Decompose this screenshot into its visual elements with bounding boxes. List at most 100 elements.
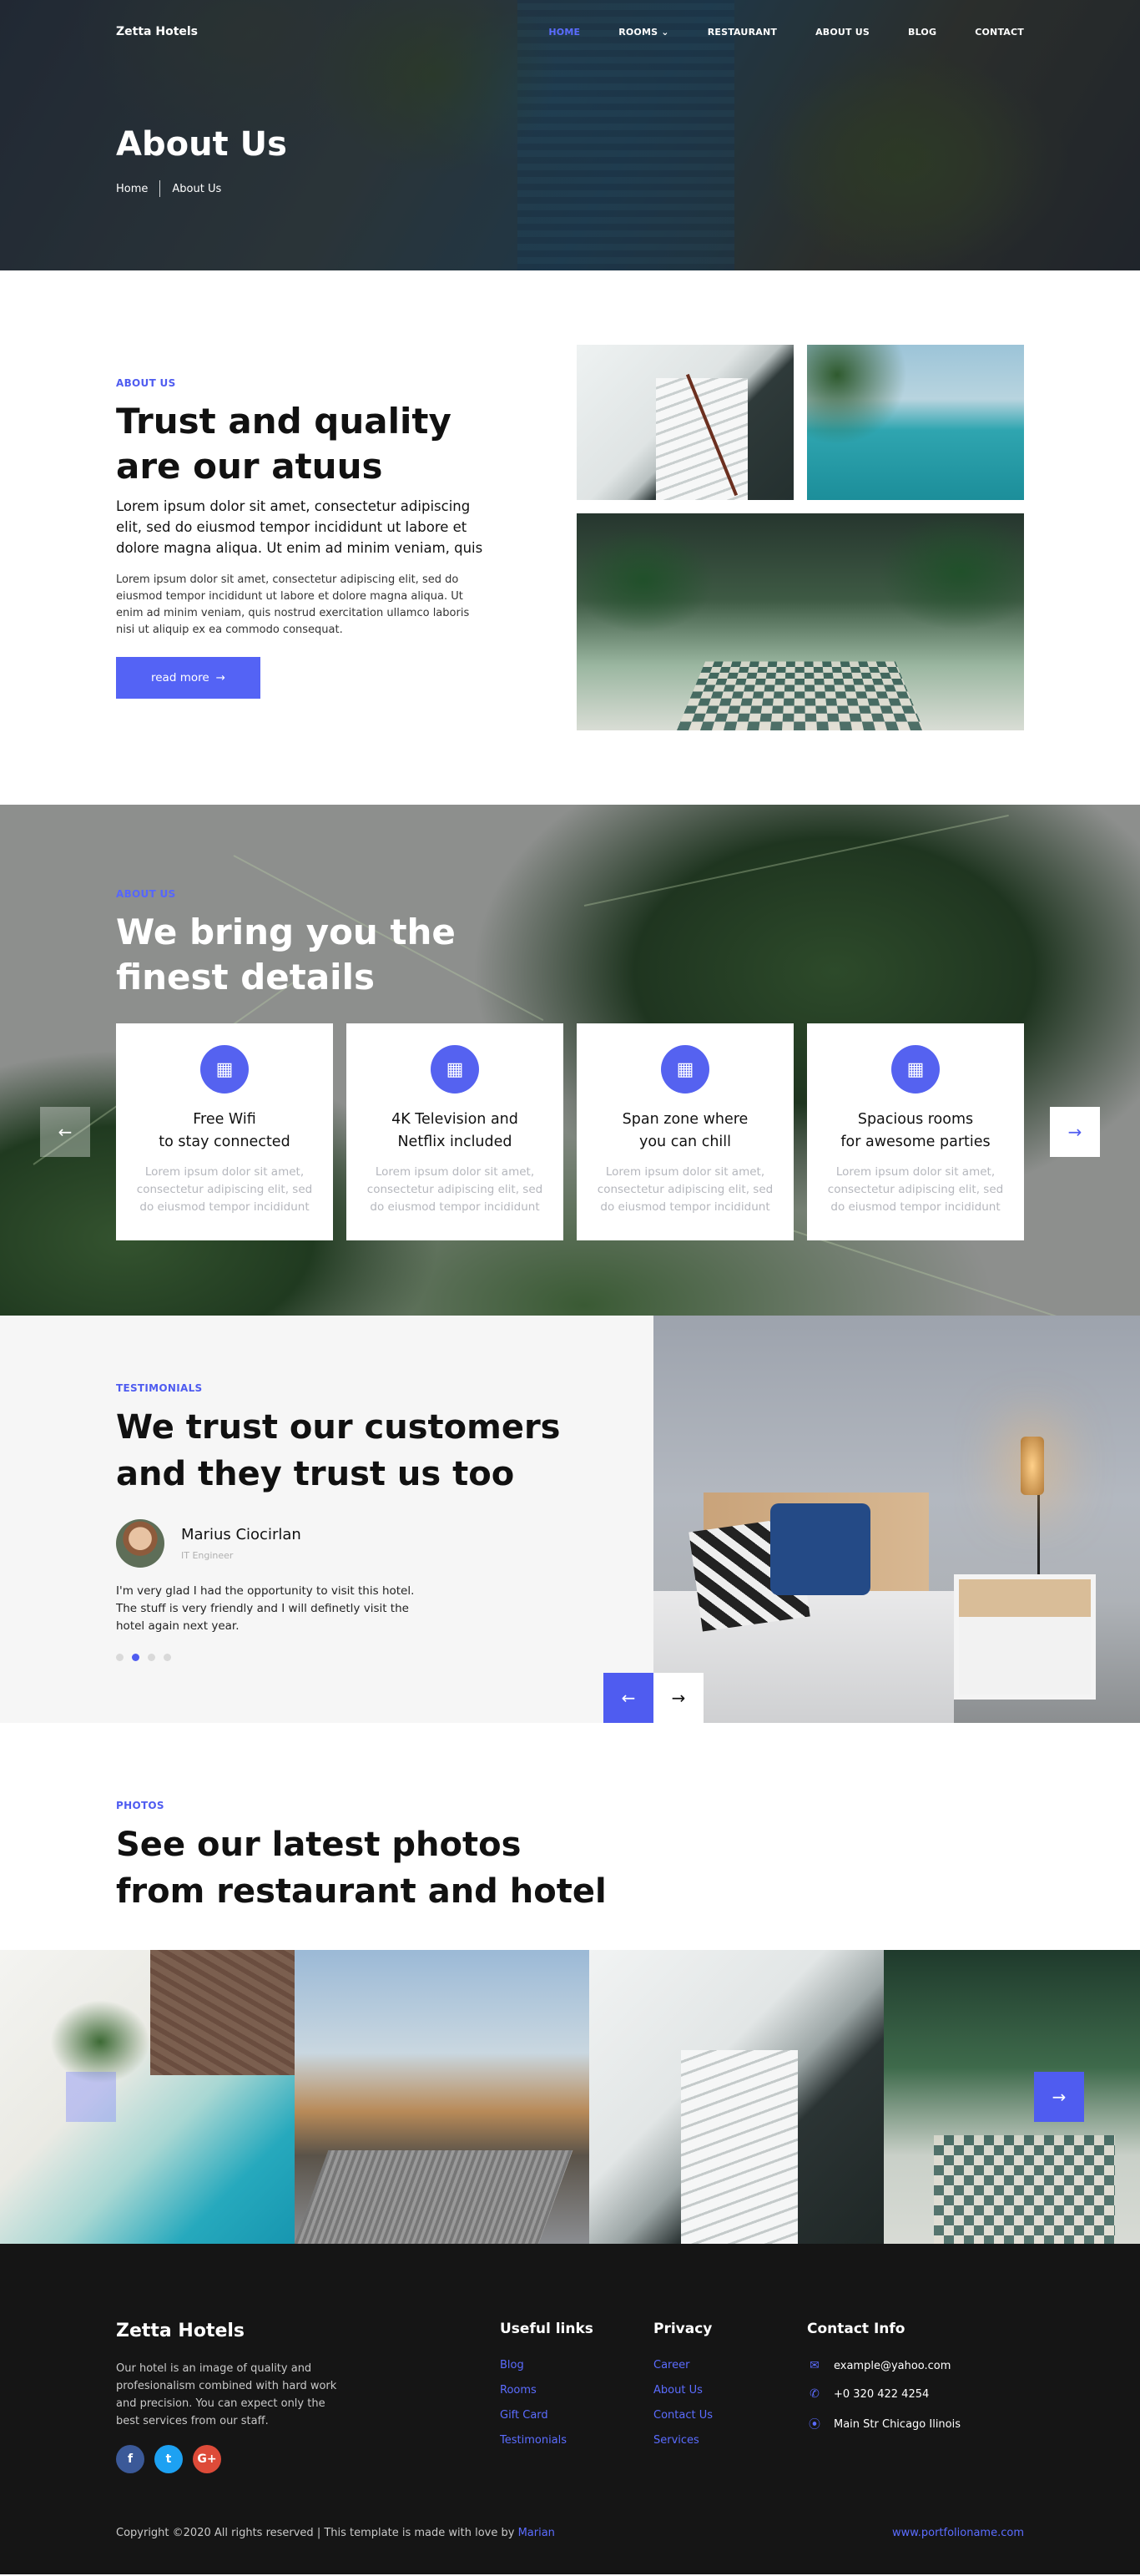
footer: Zetta Hotels Our hotel is an image of qu… [0,2244,1140,2574]
copyright: Copyright ©2020 All rights reserved | Th… [116,2527,555,2539]
bedroom-image [653,1316,1140,1723]
footer-link[interactable]: Blog [500,2359,593,2371]
about-section: ABOUT US Trust and quality are our atuus… [0,270,1140,805]
gallery-photo-terrace[interactable] [295,1950,589,2244]
footer-brand: Zetta Hotels [116,2321,245,2341]
about-title-line1: Trust and quality [116,401,451,442]
contact-phone[interactable]: ✆ +0 320 422 4254 [807,2387,961,2401]
photos-title: See our latest photos from restaurant an… [116,1821,607,1915]
testimonial-quote: I'm very glad I had the opportunity to v… [116,1584,415,1633]
contact-address: ⦿ Main Str Chicago Ilinois [807,2416,961,2432]
footer-link[interactable]: Services [653,2434,713,2447]
about-body: Lorem ipsum dolor sit amet, consectetur … [116,573,470,636]
google-plus-icon[interactable]: G+ [193,2445,221,2473]
privacy-title: Privacy [653,2321,713,2337]
chevron-down-icon: ⌄ [661,26,669,38]
reviewer-name: Marius Ciocirlan [181,1526,301,1543]
facebook-icon[interactable]: f [116,2445,144,2473]
footer-link[interactable]: About Us [653,2384,713,2397]
arrow-left-icon: ← [621,1688,636,1708]
feature-card[interactable]: ▦ Span zone where you can chill Lorem ips… [577,1023,794,1240]
nav-rooms[interactable]: ROOMS ⌄ [618,27,669,38]
author-link[interactable]: Marian [518,2527,555,2539]
twitter-icon[interactable]: t [154,2445,183,2473]
carousel-dot[interactable] [164,1654,171,1661]
feature-desc: Lorem ipsum dolor sit amet, consectetur … [597,1165,774,1214]
contact-info: Contact Info ✉ example@yahoo.com ✆ +0 320 … [807,2321,961,2447]
useful-links-title: Useful links [500,2321,593,2337]
feature-title: 4K Television and Netflix included [391,1111,518,1150]
building-icon: ▦ [431,1045,479,1094]
about-title-line2: are our atuus [116,446,383,487]
location-pin-icon: ⦿ [809,2418,820,2432]
footer-link[interactable]: Gift Card [500,2409,593,2422]
testimonials-title: We trust our customers and they trust us… [116,1404,583,1498]
footer-link[interactable]: Testimonials [500,2434,593,2447]
testimonial-dots [116,1654,583,1661]
arrow-left-icon: ← [58,1122,73,1142]
arrow-right-icon: → [215,671,225,684]
footer-link[interactable]: Contact Us [653,2409,713,2422]
photos-section: PHOTOS See our latest photos from restau… [0,1723,1140,1950]
nav-blog[interactable]: BLOG [908,27,936,38]
feature-title: Free Wifi to stay connected [159,1111,290,1150]
hero: Zetta Hotels HOME ROOMS ⌄ RESTAURANT ABO… [0,0,1140,270]
feature-card[interactable]: ▦ 4K Television and Netflix included Lore… [346,1023,563,1240]
building-icon: ▦ [200,1045,249,1094]
arrow-right-icon: → [1067,1122,1082,1142]
details-section: ABOUT US We bring you the finest details… [0,805,1140,1316]
gallery-photo-courtyard[interactable] [884,1950,1140,2244]
site-logo[interactable]: Zetta Hotels [116,25,198,38]
portfolio-link[interactable]: www.portfolioname.com [892,2527,1024,2539]
breadcrumb-current: About Us [172,182,222,195]
gallery-next-button[interactable]: → [1034,2072,1084,2122]
phone-icon: ✆ [810,2387,820,2401]
read-more-button[interactable]: read more → [116,657,260,699]
testimonial-next-button[interactable]: → [653,1673,704,1723]
contact-title: Contact Info [807,2321,905,2337]
testimonials-eyebrow: TESTIMONIALS [116,1382,203,1394]
feature-desc: Lorem ipsum dolor sit amet, consectetur … [827,1165,1004,1214]
photo-gallery: → [0,1950,1140,2244]
privacy-links: Privacy Career About Us Contact Us Servi… [653,2321,713,2459]
feature-card[interactable]: ▦ Spacious rooms for awesome parties Lore… [807,1023,1024,1240]
details-title-line1: We bring you the [116,912,456,952]
footer-link[interactable]: Rooms [500,2384,593,2397]
nav-restaurant[interactable]: RESTAURANT [708,27,777,38]
testimonials-section: TESTIMONIALS We trust our customers and … [0,1316,1140,1723]
gallery-photo-beach[interactable] [0,1950,295,2244]
carousel-dot-active[interactable] [132,1654,139,1661]
read-more-label: read more [151,671,209,684]
carousel-next-button[interactable]: → [1050,1107,1100,1157]
feature-card[interactable]: ▦ Free Wifi to stay connected Lorem ipsum… [116,1023,333,1240]
social-links: f t G+ [116,2445,341,2473]
about-eyebrow: ABOUT US [116,377,176,389]
photos-title-line1: See our latest photos [116,1826,522,1864]
gallery-prev-button[interactable] [66,2072,116,2122]
feature-cards: ▦ Free Wifi to stay connected Lorem ipsum… [116,1023,1024,1240]
staircase-image [577,345,794,500]
testimonials-title-line2: and they trust us too [116,1455,515,1493]
nav-rooms-label: ROOMS [618,26,658,38]
building-icon: ▦ [661,1045,709,1094]
avatar [116,1519,164,1568]
mail-icon: ✉ [810,2359,820,2372]
photos-title-line2: from restaurant and hotel [116,1872,607,1911]
feature-title: Span zone where you can chill [622,1111,749,1150]
testimonial-prev-button[interactable]: ← [603,1673,653,1723]
details-eyebrow: ABOUT US [116,888,176,900]
reviewer-role: IT Engineer [181,1550,234,1561]
testimonials-title-line1: We trust our customers [116,1408,561,1447]
nav-home[interactable]: HOME [548,27,580,38]
carousel-prev-button[interactable]: ← [40,1107,90,1157]
footer-link[interactable]: Career [653,2359,713,2371]
carousel-dot[interactable] [116,1654,124,1661]
breadcrumb-home[interactable]: Home [116,183,148,195]
carousel-dot[interactable] [148,1654,155,1661]
nav-about[interactable]: ABOUT US [815,27,870,38]
building-icon: ▦ [891,1045,940,1094]
contact-email[interactable]: ✉ example@yahoo.com [807,2359,961,2372]
nav-contact[interactable]: CONTACT [975,27,1024,38]
reviewer: Marius Ciocirlan IT Engineer [116,1519,583,1568]
gallery-photo-staircase[interactable] [589,1950,884,2244]
